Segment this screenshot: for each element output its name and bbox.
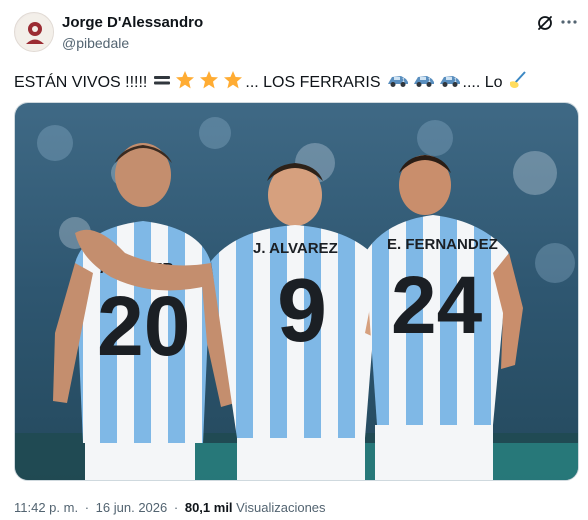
meta-separator: ·	[173, 500, 179, 515]
tweet-time[interactable]: 11:42 p. m.	[14, 500, 78, 515]
player3-name: E. FERNANDEZ	[387, 236, 498, 253]
grok-icon[interactable]	[536, 14, 554, 32]
tweet-text-part1: ESTÁN VIVOS !!!!!	[14, 74, 148, 91]
tweet-card: Jorge D'Alessandro @pibedale ESTÁN VIVOS…	[0, 0, 588, 520]
svg-text:1: 1	[428, 78, 431, 84]
tweet-text-part3: .... Lo	[462, 74, 503, 91]
writing-hand-emoji	[508, 70, 528, 96]
player2-number: 9	[277, 261, 327, 361]
star-emoji	[175, 70, 195, 96]
views-count: 80,1 mil	[184, 500, 233, 515]
avatar[interactable]	[14, 12, 54, 52]
svg-text:1: 1	[402, 78, 405, 84]
more-options-icon[interactable]	[560, 13, 578, 31]
racing-car-emoji: 1	[439, 72, 461, 94]
meta-separator: ·	[84, 500, 90, 515]
star-emoji	[223, 70, 243, 96]
svg-text:1: 1	[454, 78, 457, 84]
player3-number: 24	[391, 260, 483, 351]
players-photo: ALLISTER 20 J. ALVAREZ 9	[15, 103, 578, 480]
tweet-date[interactable]: 16 jun. 2026	[96, 500, 168, 515]
equals-sign-emoji	[153, 71, 171, 95]
tweet-text: ESTÁN VIVOS !!!!! ... LOS FERRARIS 1 1 1…	[14, 70, 574, 96]
player1-number: 20	[97, 279, 190, 373]
tweet-meta: 11:42 p. m. · 16 jun. 2026 · 80,1 mil Vi…	[14, 500, 326, 515]
author-handle[interactable]: @pibedale	[62, 35, 129, 51]
tweet-text-part2: ... LOS FERRARIS	[245, 74, 381, 91]
views-label: Visualizaciones	[236, 500, 326, 515]
racing-car-emoji: 1	[387, 72, 409, 94]
author-name[interactable]: Jorge D'Alessandro	[62, 14, 203, 31]
player2-name: J. ALVAREZ	[253, 240, 338, 257]
tweet-photo[interactable]: ALLISTER 20 J. ALVAREZ 9	[14, 102, 579, 481]
avatar-image	[16, 14, 53, 51]
racing-car-emoji: 1	[413, 72, 435, 94]
star-emoji	[199, 70, 219, 96]
